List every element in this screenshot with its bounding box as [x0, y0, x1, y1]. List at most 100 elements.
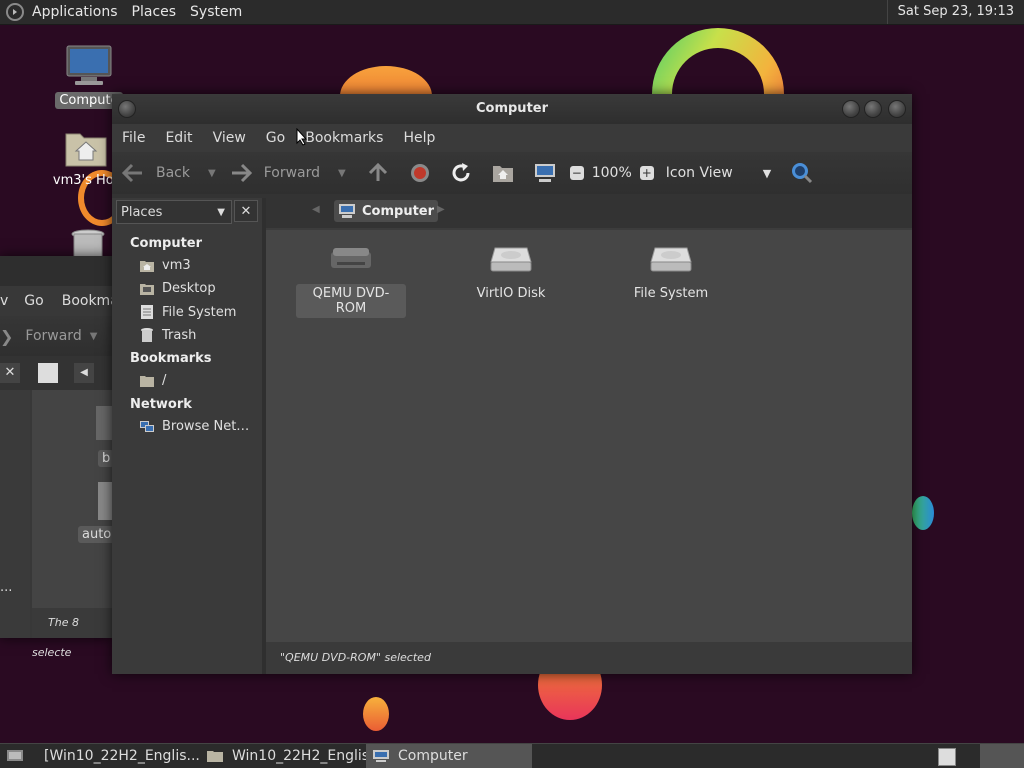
sidebar-item-file-system[interactable]: File System	[138, 304, 236, 320]
close-icon[interactable]: ✕	[0, 363, 20, 383]
zoom-level[interactable]: 100%	[592, 165, 632, 181]
device-file-system[interactable]: File System	[616, 244, 726, 303]
path-current-label: Computer	[362, 203, 435, 219]
sidebar-heading-bookmarks: Bookmarks	[130, 351, 212, 366]
forward-button[interactable]: Forward	[230, 163, 320, 183]
sidebar-selector-label: Places	[121, 204, 163, 220]
sidebar-item-label: Desktop	[162, 281, 216, 296]
back-history-dropdown[interactable]: ▼	[208, 168, 216, 179]
edit-location-icon[interactable]	[38, 363, 58, 383]
computer-icon[interactable]	[534, 163, 556, 183]
menu-edit[interactable]: Edit	[155, 130, 202, 146]
task-win10-folder[interactable]: Win10_22H2_Englis...	[200, 744, 382, 768]
status-bar: "QEMU DVD-ROM" selected	[266, 642, 912, 674]
optical-drive-icon	[331, 248, 371, 268]
workspace-switcher[interactable]	[980, 744, 1024, 768]
path-right-icon[interactable]: ▶	[437, 204, 445, 215]
mouse-cursor-icon	[296, 128, 308, 146]
window-titlebar[interactable]: Computer	[112, 94, 912, 124]
clock[interactable]: Sat Sep 23, 19:13	[886, 0, 1024, 24]
menu-file[interactable]: File	[112, 130, 155, 146]
computer-window[interactable]: Computer File Edit View Go Bookmarks Hel…	[112, 94, 912, 674]
zoom-out-icon[interactable]: −	[569, 166, 584, 180]
trash-icon	[138, 327, 156, 343]
reload-icon[interactable]	[450, 162, 472, 184]
task-label: Win10_22H2_Englis...	[232, 748, 383, 764]
background-file-window[interactable]: v Go Bookma ❯ Forward ▼ ✕ ◀ ... b auto T…	[0, 256, 119, 659]
view-mode-select[interactable]: Icon View ▼	[666, 165, 771, 181]
home-folder-icon[interactable]	[492, 163, 514, 183]
bg-menubar: v Go Bookma	[0, 286, 119, 316]
sidebar-item-label: File System	[162, 304, 237, 320]
file-icon[interactable]	[98, 482, 112, 520]
sidebar-item-vm3[interactable]: vm3	[138, 258, 191, 273]
network-icon	[138, 420, 156, 434]
menu-view[interactable]: View	[203, 130, 256, 146]
path-left-icon[interactable]: ◀	[312, 204, 320, 215]
forward-history-dropdown[interactable]: ▼	[338, 168, 346, 179]
path-button-computer[interactable]: Computer	[334, 200, 439, 222]
task-label: Computer	[398, 748, 468, 764]
dropdown-arrow-icon[interactable]: ▼	[90, 331, 98, 342]
chevron-down-icon: ▼	[217, 206, 225, 218]
menu-bookmarks[interactable]: Bookmarks	[295, 130, 393, 146]
device-label: QEMU DVD-ROM	[296, 284, 406, 318]
device-label: VirtIO Disk	[476, 286, 546, 301]
applications-menu[interactable]: Applications	[32, 4, 118, 20]
task-win10-terminal[interactable]: [Win10_22H2_Englis...	[30, 744, 200, 768]
task-computer[interactable]: Computer	[366, 744, 532, 768]
sidebar-item-label: vm3	[162, 258, 191, 273]
menu-go[interactable]: Go	[256, 130, 295, 146]
gnome-foot-icon[interactable]	[6, 3, 24, 21]
sidebar-item-browse-network[interactable]: Browse Net…	[138, 419, 249, 434]
file-icon[interactable]	[96, 406, 112, 440]
toolbar: Back ▼ Forward ▼ − 100% + Icon View ▼	[112, 152, 912, 194]
menu-help[interactable]: Help	[393, 130, 445, 146]
places-menu[interactable]: Places	[132, 4, 177, 20]
show-desktop-icon[interactable]	[0, 744, 30, 768]
hard-disk-icon	[490, 247, 532, 272]
search-icon[interactable]	[791, 162, 813, 184]
sidebar-heading-network: Network	[130, 397, 192, 412]
device-virtio-disk[interactable]: VirtIO Disk	[456, 244, 566, 303]
sidebar-item-trash[interactable]: Trash	[138, 327, 196, 343]
close-sidebar-icon[interactable]: ✕	[234, 200, 258, 222]
minimize-button[interactable]	[842, 100, 860, 118]
bg-menu-view[interactable]: v	[0, 293, 16, 309]
workspace-switcher-icon[interactable]	[938, 748, 956, 766]
sidebar-heading-computer: Computer	[130, 236, 203, 251]
bg-status: The 8 selecte	[32, 608, 112, 659]
bg-sidebar: ...	[0, 390, 30, 638]
bg-file-label[interactable]: auto	[78, 526, 116, 543]
device-qemu-dvd-rom[interactable]: QEMU DVD-ROM	[296, 244, 406, 318]
sidebar-selector[interactable]: Places ▼	[116, 200, 232, 224]
bg-pathbar: ✕ ◀	[0, 356, 112, 390]
system-menu[interactable]: System	[190, 4, 242, 20]
forward-arrow-icon[interactable]: ❯	[0, 327, 13, 346]
sidebar-item-label: /	[162, 373, 167, 388]
back-arrow-icon	[122, 163, 142, 183]
drive-icon	[138, 304, 156, 320]
folder-icon	[138, 374, 156, 388]
device-label: File System	[633, 286, 709, 301]
stop-icon[interactable]	[410, 163, 430, 183]
sidebar-item-desktop[interactable]: Desktop	[138, 281, 216, 296]
zoom-in-icon[interactable]: +	[639, 166, 654, 180]
back-button[interactable]: Back	[122, 163, 190, 183]
up-arrow-icon[interactable]	[368, 163, 388, 183]
desktop-folder-icon	[138, 282, 156, 296]
sidebar-item-label: Trash	[162, 327, 197, 343]
sidebar-item-root[interactable]: /	[138, 373, 166, 388]
close-button[interactable]	[888, 100, 906, 118]
bg-forward-label[interactable]: Forward	[25, 328, 81, 344]
bg-toolbar: ❯ Forward ▼	[0, 316, 112, 356]
home-folder-icon	[65, 133, 107, 167]
icon-view[interactable]: QEMU DVD-ROM VirtIO Disk File System	[266, 230, 912, 642]
path-left-icon[interactable]: ◀	[74, 363, 94, 383]
bg-menu-go[interactable]: Go	[16, 293, 51, 309]
maximize-button[interactable]	[864, 100, 882, 118]
forward-label: Forward	[263, 165, 321, 181]
bg-menu-bookmarks[interactable]: Bookma	[52, 293, 119, 309]
taskbar: [Win10_22H2_Englis... Win10_22H2_Englis.…	[0, 743, 1024, 768]
bg-blob-green-blue	[912, 496, 934, 530]
